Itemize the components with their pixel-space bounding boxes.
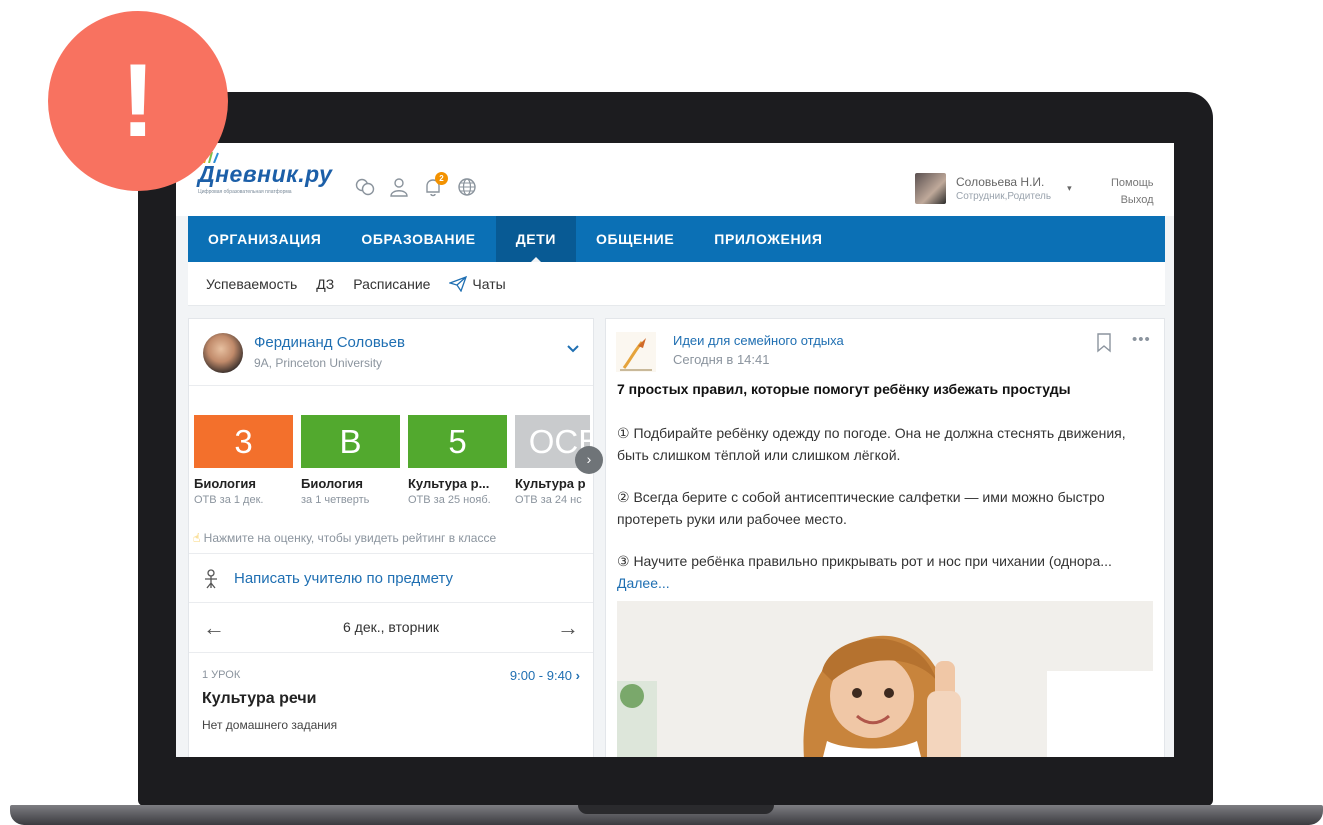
lesson-homework: Нет домашнего задания <box>202 718 338 732</box>
globe-icon[interactable] <box>456 176 478 198</box>
user-name: Соловьева Н.И. <box>956 175 1045 189</box>
top-bar: Дневник.ру Цифровая образовательная плат… <box>176 143 1174 216</box>
grade-label: Культура р ОТВ за 24 нс <box>515 476 590 506</box>
logo[interactable]: Дневник.ру Цифровая образовательная плат… <box>198 161 332 195</box>
grade-tile[interactable]: 3 <box>194 415 293 468</box>
nav-item-education[interactable]: ОБРАЗОВАНИЕ <box>341 216 495 262</box>
post-image[interactable] <box>617 601 1153 757</box>
subnav-chats-label: Чаты <box>472 275 506 292</box>
caret-down-icon[interactable]: ▾ <box>1067 183 1072 194</box>
lesson-number: 1 УРОК <box>202 669 241 681</box>
logout-link[interactable]: Выход <box>1111 192 1154 209</box>
arrow-right-icon[interactable]: → <box>557 615 579 641</box>
post-paragraph-text: ③ Научите ребёнка правильно прикрывать р… <box>617 553 1112 569</box>
carousel-next-button[interactable]: › <box>575 446 603 474</box>
teacher-icon <box>205 569 217 589</box>
post-time: Сегодня в 14:41 <box>673 352 770 367</box>
grade-period: ОТВ за 1 дек. <box>194 494 264 506</box>
subnav-item-chats[interactable]: Чаты <box>449 275 506 292</box>
logo-text: Дневник.ру <box>198 161 333 187</box>
grade-period: ОТВ за 24 нс <box>515 494 582 506</box>
grade-subject: Культура р... <box>408 476 490 491</box>
grade-subject: Биология <box>194 476 256 491</box>
lesson-time[interactable]: 9:00 - 9:40 › <box>510 668 580 683</box>
grade-period: ОТВ за 25 нояб. <box>408 494 491 506</box>
grade-labels: Биология ОТВ за 1 дек. Биология за 1 чет… <box>194 476 590 516</box>
sub-nav: Успеваемость ДЗ Расписание Чаты <box>188 262 1165 306</box>
paper-plane-icon <box>449 275 468 292</box>
post-source[interactable]: Идеи для семейного отдыха <box>673 333 844 348</box>
main-nav: ОРГАНИЗАЦИЯ ОБРАЗОВАНИЕ ДЕТИ ОБЩЕНИЕ ПРИ… <box>188 216 1165 262</box>
laptop-notch <box>578 805 774 814</box>
date-navigator: ← 6 дек., вторник → <box>189 603 593 653</box>
post-body: ① Подбирайте ребёнку одежду по погоде. О… <box>617 422 1152 614</box>
grade-period: за 1 четверть <box>301 494 370 506</box>
post-source-icon[interactable] <box>616 332 656 372</box>
bell-icon[interactable]: 2 <box>422 172 448 198</box>
student-school: 9А, Princeton University <box>254 356 383 370</box>
grade-label: Культура р... ОТВ за 25 нояб. <box>408 476 515 506</box>
grades-hint: ☝ Нажмите на оценку, чтобы увидеть рейти… <box>193 531 496 545</box>
write-teacher-button[interactable]: Написать учителю по предмету <box>189 553 593 603</box>
post-paragraph: ① Подбирайте ребёнку одежду по погоде. О… <box>617 425 1126 463</box>
user-menu[interactable]: Соловьева Н.И. Сотрудник,Родитель ▾ <box>915 173 1072 204</box>
post-paragraph-last: ③ Научите ребёнка правильно прикрывать р… <box>617 550 1152 594</box>
student-panel: Фердинанд Соловьев 9А, Princeton Univers… <box>188 318 603 757</box>
help-links: Помощь Выход <box>1111 175 1154 209</box>
news-post: Идеи для семейного отдыха Сегодня в 14:4… <box>605 318 1165 757</box>
grade-mark: 5 <box>448 423 467 460</box>
grade-subject: Биология <box>301 476 363 491</box>
lesson-subject: Культура речи <box>202 690 317 707</box>
chat-bubbles-icon[interactable] <box>354 176 376 198</box>
write-teacher-label: Написать учителю по предмету <box>234 570 454 587</box>
post-paragraph: ② Всегда берите с собой антисептические … <box>617 489 1105 527</box>
bookmark-icon[interactable] <box>1095 333 1113 353</box>
user-icon[interactable] <box>388 176 410 198</box>
more-options-icon[interactable]: ••• <box>1132 331 1151 348</box>
grade-tile[interactable]: B <box>301 415 400 468</box>
post-title: 7 простых правил, которые помогут ребёнк… <box>617 381 1071 397</box>
lesson-time-text: 9:00 - 9:40 <box>509 668 573 683</box>
read-more-link[interactable]: Далее... <box>617 575 670 591</box>
student-name: Фердинанд Соловьев <box>254 334 405 351</box>
grade-tile[interactable]: 5 <box>408 415 507 468</box>
nav-item-communication[interactable]: ОБЩЕНИЕ <box>576 216 694 262</box>
notification-count: 2 <box>435 172 448 185</box>
grades-hint-text: Нажмите на оценку, чтобы увидеть рейтинг… <box>203 531 497 545</box>
subnav-item-homework[interactable]: ДЗ <box>316 276 334 292</box>
subnav-item-progress[interactable]: Успеваемость <box>206 276 297 292</box>
chevron-down-icon[interactable] <box>567 345 579 353</box>
grade-subject: Культура р <box>515 476 586 491</box>
grade-label: Биология за 1 четверть <box>301 476 408 506</box>
pointing-hand-icon: ☝ <box>193 531 201 545</box>
grade-mark: 3 <box>234 423 253 460</box>
logo-subtitle: Цифровая образовательная платформа <box>198 189 292 195</box>
grade-label: Биология ОТВ за 1 дек. <box>194 476 301 506</box>
help-link[interactable]: Помощь <box>1111 175 1154 192</box>
user-avatar <box>915 173 946 204</box>
nav-item-apps[interactable]: ПРИЛОЖЕНИЯ <box>694 216 842 262</box>
top-icons: 2 <box>354 172 478 198</box>
schedule-date: 6 дек., вторник <box>342 619 440 635</box>
chevron-right-icon: › <box>575 668 580 683</box>
nav-item-children[interactable]: ДЕТИ <box>495 216 577 262</box>
app-screen: Дневник.ру Цифровая образовательная плат… <box>176 143 1174 757</box>
alert-badge: ! <box>48 11 228 191</box>
user-role: Сотрудник,Родитель <box>956 191 1052 202</box>
student-selector[interactable]: Фердинанд Соловьев 9А, Princeton Univers… <box>189 319 593 386</box>
nav-item-organization[interactable]: ОРГАНИЗАЦИЯ <box>188 216 341 262</box>
subnav-item-schedule[interactable]: Расписание <box>353 276 430 292</box>
student-avatar <box>203 333 243 373</box>
grades-carousel: 3 B 5 ОСВ <box>194 415 590 469</box>
grade-mark: B <box>339 423 362 460</box>
